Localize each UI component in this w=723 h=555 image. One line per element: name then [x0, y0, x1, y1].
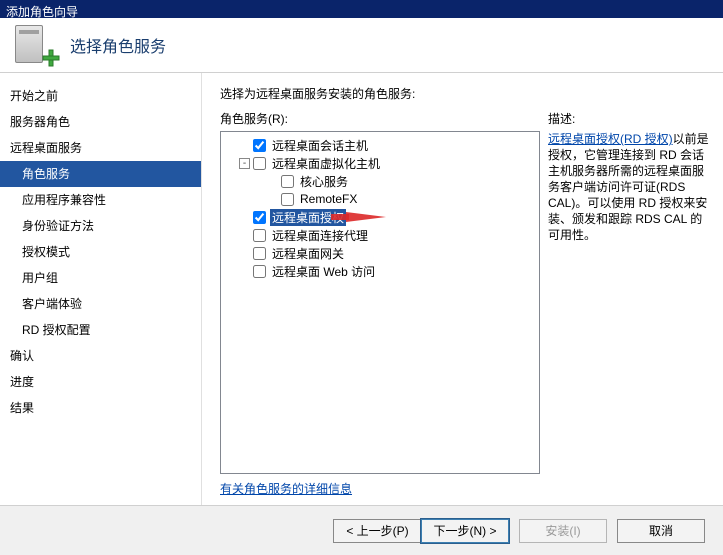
tree-node[interactable]: 远程桌面授权: [225, 208, 535, 226]
tree-expander-icon[interactable]: -: [239, 158, 250, 169]
tree-checkbox[interactable]: [253, 211, 266, 224]
wizard-step[interactable]: 确认: [0, 343, 201, 369]
wizard-step[interactable]: 身份验证方法: [0, 213, 201, 239]
prompt-label: 选择为远程桌面服务安装的角色服务:: [220, 85, 713, 102]
wizard-footer: < 上一步(P) 下一步(N) > 安装(I) 取消: [0, 505, 723, 555]
plus-icon: [42, 49, 60, 67]
tree-checkbox[interactable]: [253, 229, 266, 242]
tree-node-label[interactable]: RemoteFX: [298, 192, 359, 206]
tree-node-label[interactable]: 远程桌面连接代理: [270, 227, 370, 244]
tree-node[interactable]: RemoteFX: [225, 190, 535, 208]
window-title-bar: 添加角色向导: [0, 0, 723, 18]
wizard-step[interactable]: 进度: [0, 369, 201, 395]
tree-node-label[interactable]: 远程桌面网关: [270, 245, 346, 262]
wizard-steps-sidebar: 开始之前服务器角色远程桌面服务角色服务应用程序兼容性身份验证方法授权模式用户组客…: [0, 73, 202, 505]
window-title: 添加角色向导: [6, 5, 78, 19]
tree-node[interactable]: 远程桌面连接代理: [225, 226, 535, 244]
wizard-step[interactable]: 应用程序兼容性: [0, 187, 201, 213]
tree-node-label[interactable]: 远程桌面虚拟化主机: [270, 155, 382, 172]
role-services-tree[interactable]: 远程桌面会话主机-远程桌面虚拟化主机核心服务RemoteFX远程桌面授权远程桌面…: [220, 131, 540, 474]
wizard-step[interactable]: 角色服务: [0, 161, 201, 187]
tree-node-label[interactable]: 远程桌面 Web 访问: [270, 263, 377, 280]
more-info-link[interactable]: 有关角色服务的详细信息: [220, 480, 540, 497]
prev-button[interactable]: < 上一步(P): [333, 519, 421, 543]
tree-checkbox[interactable]: [281, 175, 294, 188]
wizard-step[interactable]: 服务器角色: [0, 109, 201, 135]
wizard-step[interactable]: 授权模式: [0, 239, 201, 265]
tree-checkbox[interactable]: [253, 247, 266, 260]
tree-checkbox[interactable]: [253, 265, 266, 278]
tree-checkbox[interactable]: [253, 139, 266, 152]
wizard-step[interactable]: 远程桌面服务: [0, 135, 201, 161]
wizard-icon: [15, 25, 55, 65]
tree-node[interactable]: - 远程桌面虚拟化主机: [225, 154, 535, 172]
tree-node[interactable]: 远程桌面网关: [225, 244, 535, 262]
roles-label: 角色服务(R):: [220, 110, 540, 127]
page-title: 选择角色服务: [70, 33, 166, 57]
wizard-step[interactable]: 结果: [0, 395, 201, 421]
description-body: 以前是授权，它管理连接到 RD 会话主机服务器所需的远程桌面服务客户端访问许可证…: [548, 132, 709, 242]
wizard-step[interactable]: 客户端体验: [0, 291, 201, 317]
install-button: 安装(I): [519, 519, 607, 543]
cancel-button[interactable]: 取消: [617, 519, 705, 543]
wizard-step[interactable]: 用户组: [0, 265, 201, 291]
tree-checkbox[interactable]: [253, 157, 266, 170]
wizard-step[interactable]: 开始之前: [0, 83, 201, 109]
tree-node[interactable]: 远程桌面 Web 访问: [225, 262, 535, 280]
tree-node[interactable]: 远程桌面会话主机: [225, 136, 535, 154]
description-text: 远程桌面授权(RD 授权)以前是授权，它管理连接到 RD 会话主机服务器所需的远…: [548, 131, 713, 243]
content-pane: 选择为远程桌面服务安装的角色服务: 角色服务(R): 远程桌面会话主机-远程桌面…: [202, 73, 723, 505]
description-label: 描述:: [548, 110, 713, 127]
description-link[interactable]: 远程桌面授权(RD 授权): [548, 132, 673, 146]
tree-node[interactable]: 核心服务: [225, 172, 535, 190]
next-button[interactable]: 下一步(N) >: [421, 519, 509, 543]
tree-node-label[interactable]: 远程桌面会话主机: [270, 137, 370, 154]
tree-node-label[interactable]: 核心服务: [298, 173, 350, 190]
tree-node-label[interactable]: 远程桌面授权: [270, 209, 346, 226]
wizard-header: 选择角色服务: [0, 18, 723, 73]
annotation-arrow-icon: [346, 212, 386, 222]
tree-checkbox[interactable]: [281, 193, 294, 206]
wizard-step[interactable]: RD 授权配置: [0, 317, 201, 343]
